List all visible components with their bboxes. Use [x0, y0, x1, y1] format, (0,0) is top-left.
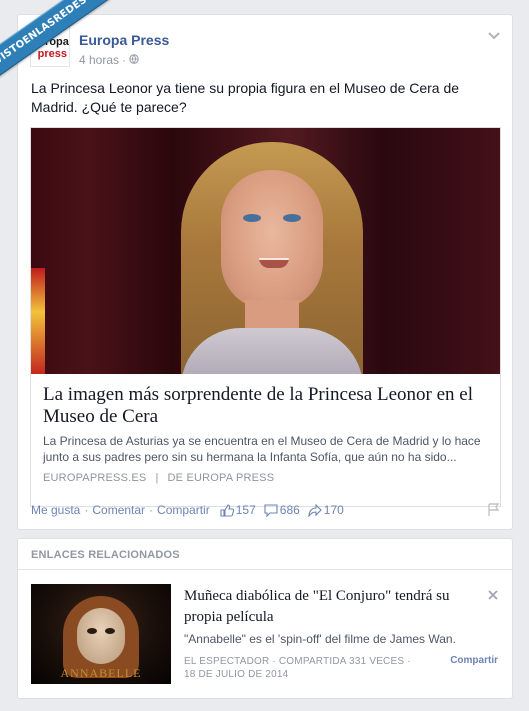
post-text: La Princesa Leonor ya tiene su propia fi…: [31, 80, 460, 115]
close-icon[interactable]: [488, 587, 498, 604]
divider: [18, 569, 512, 570]
post-timestamp[interactable]: 4 horas: [79, 53, 119, 67]
doll-eye-shape: [87, 628, 97, 634]
likes-count-value: 157: [235, 503, 256, 517]
action-bar: Me gusta · Comentar · Compartir 157 686 …: [31, 503, 344, 517]
preview-author[interactable]: DE EUROPA PRESS: [168, 472, 275, 484]
face-shape: [221, 170, 323, 310]
related-meta: EL ESPECTADOR · COMPARTIDA 331 VECES · 1…: [184, 655, 411, 681]
preview-domain: EUROPAPRESS.ES: [43, 472, 147, 484]
comments-count-value: 686: [279, 503, 300, 517]
related-meta-date: 18 DE JULIO DE 2014: [184, 669, 289, 680]
comments-count[interactable]: 686: [264, 503, 300, 517]
related-thumbnail[interactable]: ANNABELLE: [31, 584, 171, 684]
report-flag-icon[interactable]: [488, 503, 500, 522]
share-arrow-icon: [308, 503, 322, 517]
share-button[interactable]: Compartir: [157, 503, 210, 517]
eye-shape: [283, 214, 301, 222]
related-meta-source: EL ESPECTADOR · COMPARTIDA 331 VECES ·: [184, 656, 411, 667]
preview-image[interactable]: [31, 128, 500, 374]
shares-count[interactable]: 170: [308, 503, 344, 517]
preview-description: La Princesa de Asturias ya se encuentra …: [43, 434, 481, 464]
link-preview[interactable]: La imagen más sorprendente de la Princes…: [30, 127, 501, 507]
chevron-down-icon[interactable]: [488, 29, 500, 43]
shares-count-value: 170: [323, 503, 344, 517]
flag-shape: [31, 268, 45, 374]
thumbs-up-icon: [220, 503, 234, 517]
related-title[interactable]: Muñeca diabólica de "El Conjuro" tendrá …: [184, 586, 484, 628]
eye-shape: [243, 214, 261, 222]
comment-button[interactable]: Comentar: [92, 503, 145, 517]
page-name-link[interactable]: Europa Press: [79, 32, 169, 48]
preview-source: EUROPAPRESS.ES | DE EUROPA PRESS: [43, 472, 275, 484]
related-heading: ENLACES RELACIONADOS: [31, 549, 180, 561]
like-button[interactable]: Me gusta: [31, 503, 80, 517]
doll-face-shape: [77, 608, 125, 664]
doll-eye-shape: [105, 628, 115, 634]
post-meta: 4 horas ·: [79, 53, 139, 67]
globe-icon[interactable]: [129, 53, 139, 67]
thumbnail-logo: ANNABELLE: [60, 666, 142, 680]
related-description: "Annabelle" es el 'spin-off' del filme d…: [184, 632, 456, 646]
related-share-button[interactable]: Compartir: [450, 655, 498, 666]
related-links-card: ENLACES RELACIONADOS ANNABELLE Muñeca di…: [17, 538, 513, 699]
preview-title[interactable]: La imagen más sorprendente de la Princes…: [43, 384, 491, 428]
comment-icon: [264, 503, 278, 517]
likes-count[interactable]: 157: [220, 503, 256, 517]
post-card: Europa press Europa Press 4 horas · La Pr…: [17, 14, 513, 530]
